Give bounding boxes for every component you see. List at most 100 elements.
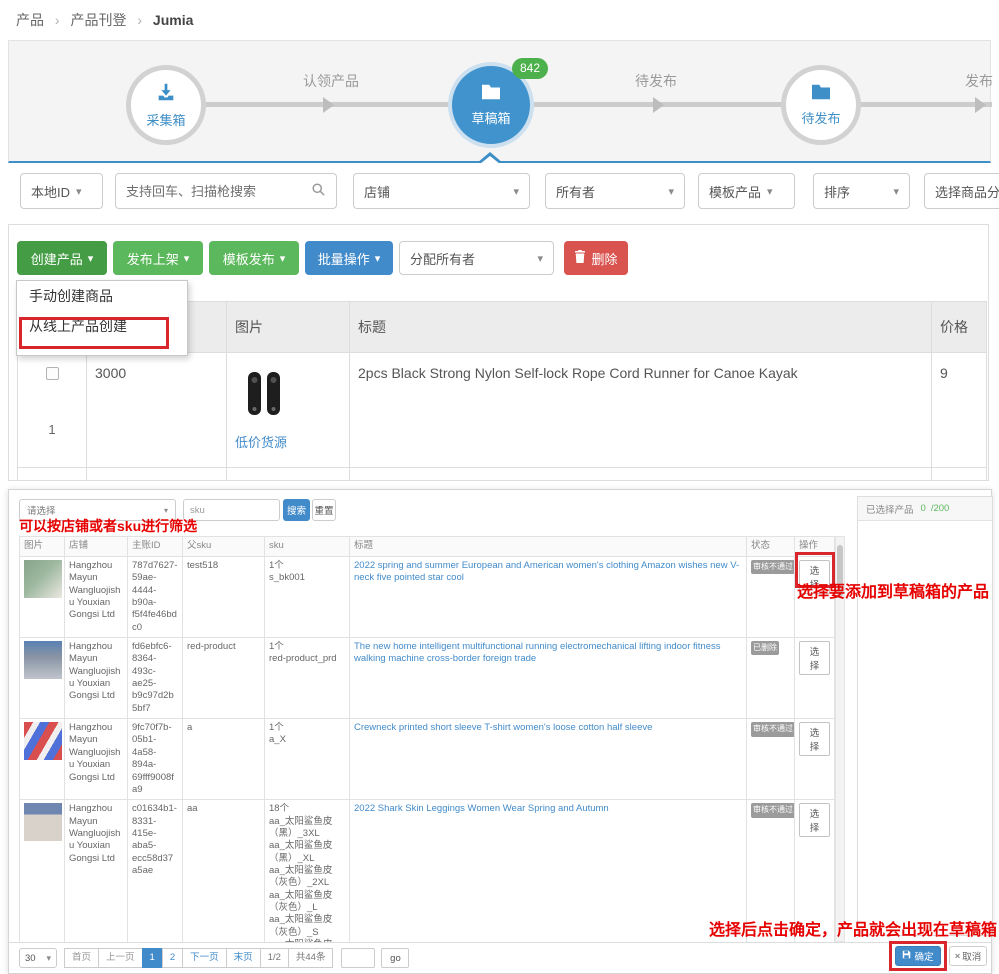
table-row: 1 3000 低价货源 2pcs Black Strong Nylon Self… bbox=[18, 353, 987, 468]
id-type-label: 本地ID bbox=[31, 182, 70, 201]
select-product-button[interactable]: 选择 bbox=[799, 722, 830, 756]
page-2-button[interactable]: 2 bbox=[162, 948, 183, 968]
product-thumbnail bbox=[24, 803, 62, 841]
shop-select[interactable]: 店铺 ▾ bbox=[353, 173, 530, 209]
selected-products-panel: 已选择产品 0 /200 bbox=[857, 496, 993, 936]
price-header: 价格 bbox=[932, 302, 987, 353]
picker-reset-button[interactable]: 重置 bbox=[312, 499, 336, 521]
menu-item-manual-create[interactable]: 手动创建商品 bbox=[17, 281, 187, 311]
template-product-select[interactable]: 模板产品 ▾ bbox=[698, 173, 795, 209]
category-select-label: 选择商品分 bbox=[935, 182, 999, 201]
picker-row: Hangzhou Mayun Wangluojishu Youxian Gong… bbox=[20, 557, 835, 638]
shop-cell: Hangzhou Mayun Wangluojishu Youxian Gong… bbox=[65, 719, 128, 800]
menu-item-create-from-online[interactable]: 从线上产品创建 bbox=[17, 311, 187, 341]
owner-select-label: 所有者 bbox=[556, 182, 595, 201]
goto-page-input[interactable] bbox=[341, 948, 375, 968]
last-page-button[interactable]: 末页 bbox=[226, 948, 261, 968]
status-header: 状态 bbox=[747, 537, 795, 557]
template-publish-button[interactable]: 模板发布 ▾ bbox=[209, 241, 299, 275]
publish-label: 发布上架 bbox=[127, 249, 179, 268]
breadcrumb-item-products[interactable]: 产品 bbox=[16, 12, 44, 28]
product-title-link[interactable]: 2022 Shark Skin Leggings Women Wear Spri… bbox=[354, 803, 609, 814]
confirm-label: 确定 bbox=[914, 949, 933, 963]
first-page-button[interactable]: 首页 bbox=[64, 948, 99, 968]
assign-owner-label: 分配所有者 bbox=[410, 249, 475, 268]
product-title-link[interactable]: Crewneck printed short sleeve T-shirt wo… bbox=[354, 722, 652, 733]
product-thumbnail[interactable] bbox=[235, 410, 293, 426]
picker-table: 图片 店铺 主账ID 父sku sku 标题 状态 操作 Hangzhou Ma… bbox=[19, 536, 835, 942]
publish-button[interactable]: 发布上架 ▾ bbox=[113, 241, 203, 275]
delete-button[interactable]: 删除 bbox=[564, 241, 628, 275]
prev-page-button[interactable]: 上一页 bbox=[98, 948, 143, 968]
id-type-select[interactable]: 本地ID ▾ bbox=[20, 173, 103, 209]
parent-sku-header: 父sku bbox=[183, 537, 265, 557]
search-input[interactable] bbox=[126, 184, 311, 199]
search-icon[interactable] bbox=[311, 182, 326, 200]
assign-owner-select[interactable]: 分配所有者 ▾ bbox=[399, 241, 554, 275]
step-label: 待发布 bbox=[801, 108, 840, 127]
product-title-link[interactable]: 2022 spring and summer European and Amer… bbox=[354, 560, 739, 583]
sku-input[interactable] bbox=[183, 499, 280, 521]
shop-cell: Hangzhou Mayun Wangluojishu Youxian Gong… bbox=[65, 557, 128, 638]
step-collect-box[interactable]: 采集箱 bbox=[126, 65, 206, 145]
trash-icon bbox=[574, 250, 586, 266]
annotation-filter-tip: 可以按店铺或者sku进行筛选 bbox=[19, 516, 197, 536]
step-pending-publish[interactable]: 待发布 bbox=[781, 65, 861, 145]
step-draft-box[interactable]: 842 草稿箱 bbox=[448, 62, 534, 148]
batch-operations-label: 批量操作 bbox=[318, 249, 370, 268]
confirm-button[interactable]: 确定 bbox=[895, 946, 941, 966]
parent-sku-cell: a bbox=[183, 719, 265, 800]
picker-row: Hangzhou Mayun Wangluojishu Youxian Gong… bbox=[20, 719, 835, 800]
batch-operations-button[interactable]: 批量操作 ▾ bbox=[305, 241, 393, 275]
breadcrumb-separator: › bbox=[137, 12, 142, 28]
account-id-cell: 787d7627-59ae-4444-b90a-f5f4fe46bdc0 bbox=[128, 557, 183, 638]
chevron-down-icon: ▾ bbox=[513, 185, 519, 198]
stepper-connector-label: 认领产品 bbox=[303, 71, 359, 91]
page-ratio: 1/2 bbox=[260, 948, 289, 968]
select-product-button[interactable]: 选择 bbox=[799, 803, 830, 837]
picker-search-button[interactable]: 搜索 bbox=[283, 499, 310, 521]
chevron-down-icon: ▾ bbox=[767, 185, 773, 198]
breadcrumb-separator: › bbox=[55, 12, 60, 28]
select-product-button[interactable]: 选择 bbox=[799, 641, 830, 675]
cancel-button[interactable]: × 取消 bbox=[949, 946, 987, 966]
step-label: 草稿箱 bbox=[471, 108, 510, 127]
sku-cell: 1个 red-product_prd bbox=[265, 638, 350, 719]
chevron-down-icon: ▾ bbox=[375, 252, 381, 265]
sort-select[interactable]: 排序 ▾ bbox=[813, 173, 910, 209]
low-price-source-link[interactable]: 低价货源 bbox=[235, 432, 287, 451]
picker-table-wrap: 图片 店铺 主账ID 父sku sku 标题 状态 操作 Hangzhou Ma… bbox=[19, 536, 835, 942]
folder-icon bbox=[480, 83, 502, 106]
page-size-select[interactable]: 30 ▾ bbox=[19, 948, 57, 968]
title-header: 标题 bbox=[350, 302, 932, 353]
product-title: 2pcs Black Strong Nylon Self-lock Rope C… bbox=[350, 353, 932, 468]
category-select[interactable]: 选择商品分 bbox=[924, 173, 999, 209]
search-box bbox=[115, 173, 337, 209]
goto-page-button[interactable]: go bbox=[381, 948, 409, 968]
breadcrumb-item-listing[interactable]: 产品刊登 bbox=[70, 12, 126, 28]
sku-cell: 1个 s_bk001 bbox=[265, 557, 350, 638]
next-page-button[interactable]: 下一页 bbox=[182, 948, 227, 968]
row-checkbox[interactable] bbox=[46, 367, 59, 380]
chevron-down-icon: ▾ bbox=[280, 252, 286, 265]
shop-header: 店铺 bbox=[65, 537, 128, 557]
sku-header: sku bbox=[265, 537, 350, 557]
parent-sku-cell: red-product bbox=[183, 638, 265, 719]
product-title-link[interactable]: The new home intelligent multifunctional… bbox=[354, 641, 720, 664]
pagination: 30 ▾ 首页 上一页 1 2 下一页 末页 1/2 共44条 go bbox=[19, 948, 409, 968]
selected-products-label: 已选择产品 bbox=[866, 502, 914, 516]
page-size-value: 30 bbox=[25, 953, 36, 964]
page-1-button[interactable]: 1 bbox=[142, 948, 163, 968]
create-product-button[interactable]: 创建产品 ▾ bbox=[17, 241, 107, 275]
local-id-cell: 3000 bbox=[87, 353, 227, 468]
title-header: 标题 bbox=[350, 537, 747, 557]
delete-label: 删除 bbox=[591, 249, 617, 268]
workflow-stepper: 认领产品 待发布 发布 采集箱 842 草稿箱 待发布 bbox=[8, 40, 991, 163]
owner-select[interactable]: 所有者 ▾ bbox=[545, 173, 685, 209]
sort-select-label: 排序 bbox=[824, 182, 850, 201]
account-header: 主账ID bbox=[128, 537, 183, 557]
chevron-down-icon: ▾ bbox=[668, 185, 674, 198]
status-badge: 已删除 bbox=[751, 641, 779, 655]
parent-sku-cell: aa bbox=[183, 800, 265, 942]
annotation-select-tip: 选择要添加到草稿箱的产品 bbox=[797, 578, 989, 602]
